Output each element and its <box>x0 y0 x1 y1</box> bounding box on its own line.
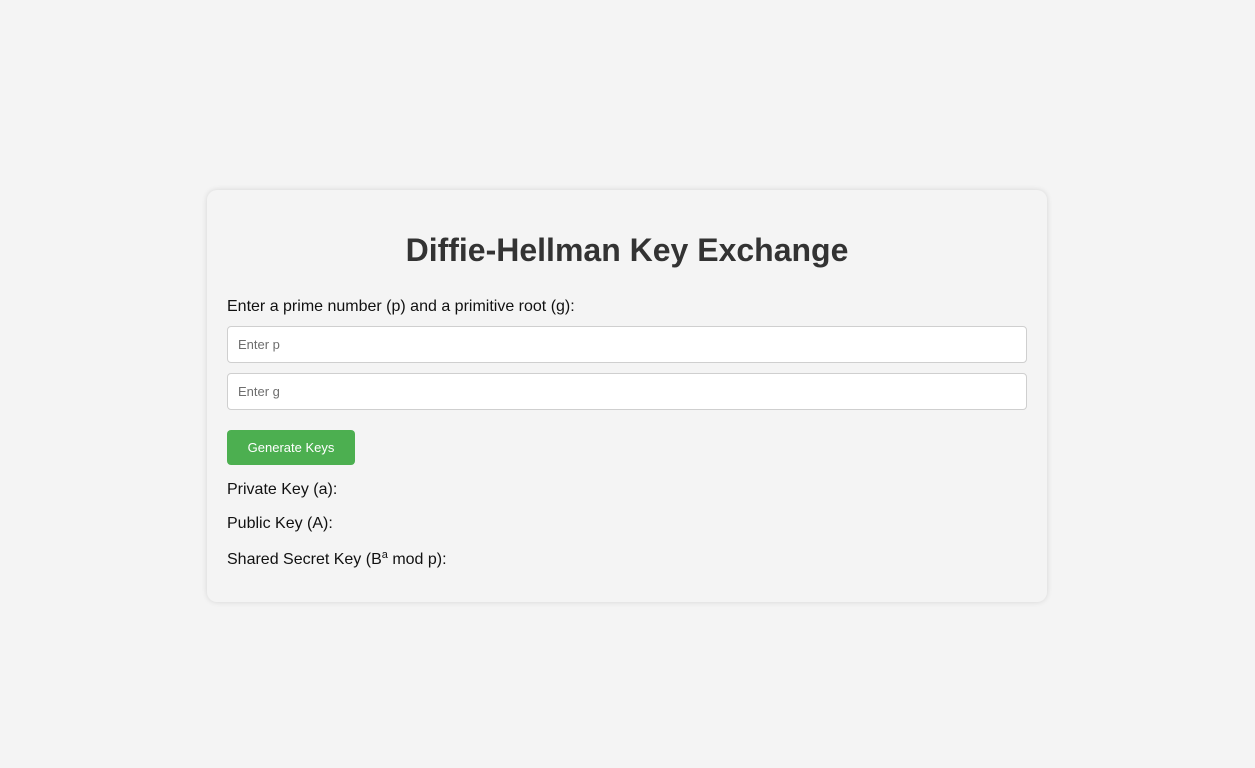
public-key-label: Public Key (A): <box>227 515 333 532</box>
shared-secret-label: Shared Secret Key (Ba mod p): <box>227 550 447 570</box>
key-exchange-card: Diffie-Hellman Key Exchange Enter a prim… <box>207 190 1047 602</box>
private-key-label: Private Key (a): <box>227 481 338 498</box>
primitive-root-g-input[interactable] <box>227 373 1027 410</box>
page-title: Diffie-Hellman Key Exchange <box>405 232 849 268</box>
shared-secret-suffix: mod p): <box>387 551 447 568</box>
generate-keys-button[interactable]: Generate Keys <box>227 430 355 465</box>
input-prompt: Enter a prime number (p) and a primitive… <box>227 298 575 315</box>
shared-secret-prefix: Shared Secret Key (B <box>227 551 382 568</box>
prime-p-input[interactable] <box>227 326 1027 363</box>
